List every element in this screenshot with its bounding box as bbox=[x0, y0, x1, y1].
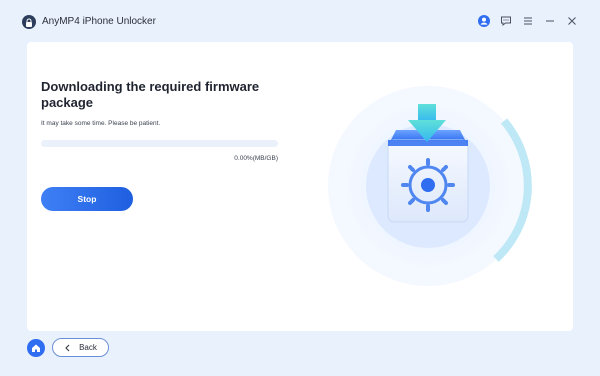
home-button[interactable] bbox=[27, 339, 45, 357]
menu-icon[interactable] bbox=[521, 14, 534, 27]
feedback-icon[interactable] bbox=[499, 14, 512, 27]
title-bar: AnyMP4 iPhone Unlocker bbox=[0, 0, 600, 42]
page-title: Downloading the required firmware packag… bbox=[41, 79, 260, 110]
download-illustration bbox=[300, 50, 540, 295]
home-icon bbox=[32, 344, 40, 352]
progress-text: 0.00%(MB/GB) bbox=[234, 155, 278, 162]
app-title: AnyMP4 iPhone Unlocker bbox=[42, 16, 156, 27]
close-icon[interactable] bbox=[565, 14, 578, 27]
minimize-icon[interactable] bbox=[543, 14, 556, 27]
download-progress-bar bbox=[41, 140, 278, 147]
back-label: Back bbox=[79, 343, 97, 352]
chevron-left-icon bbox=[65, 344, 70, 351]
bottom-bar: Back bbox=[0, 331, 600, 376]
window-controls bbox=[477, 14, 578, 27]
app-logo-icon bbox=[22, 15, 36, 29]
back-button[interactable]: Back bbox=[52, 338, 109, 357]
stop-button[interactable]: Stop bbox=[41, 187, 133, 211]
user-icon[interactable] bbox=[477, 14, 490, 27]
gear-icon bbox=[401, 158, 455, 212]
patience-message: It may take some time. Please be patient… bbox=[41, 120, 161, 127]
